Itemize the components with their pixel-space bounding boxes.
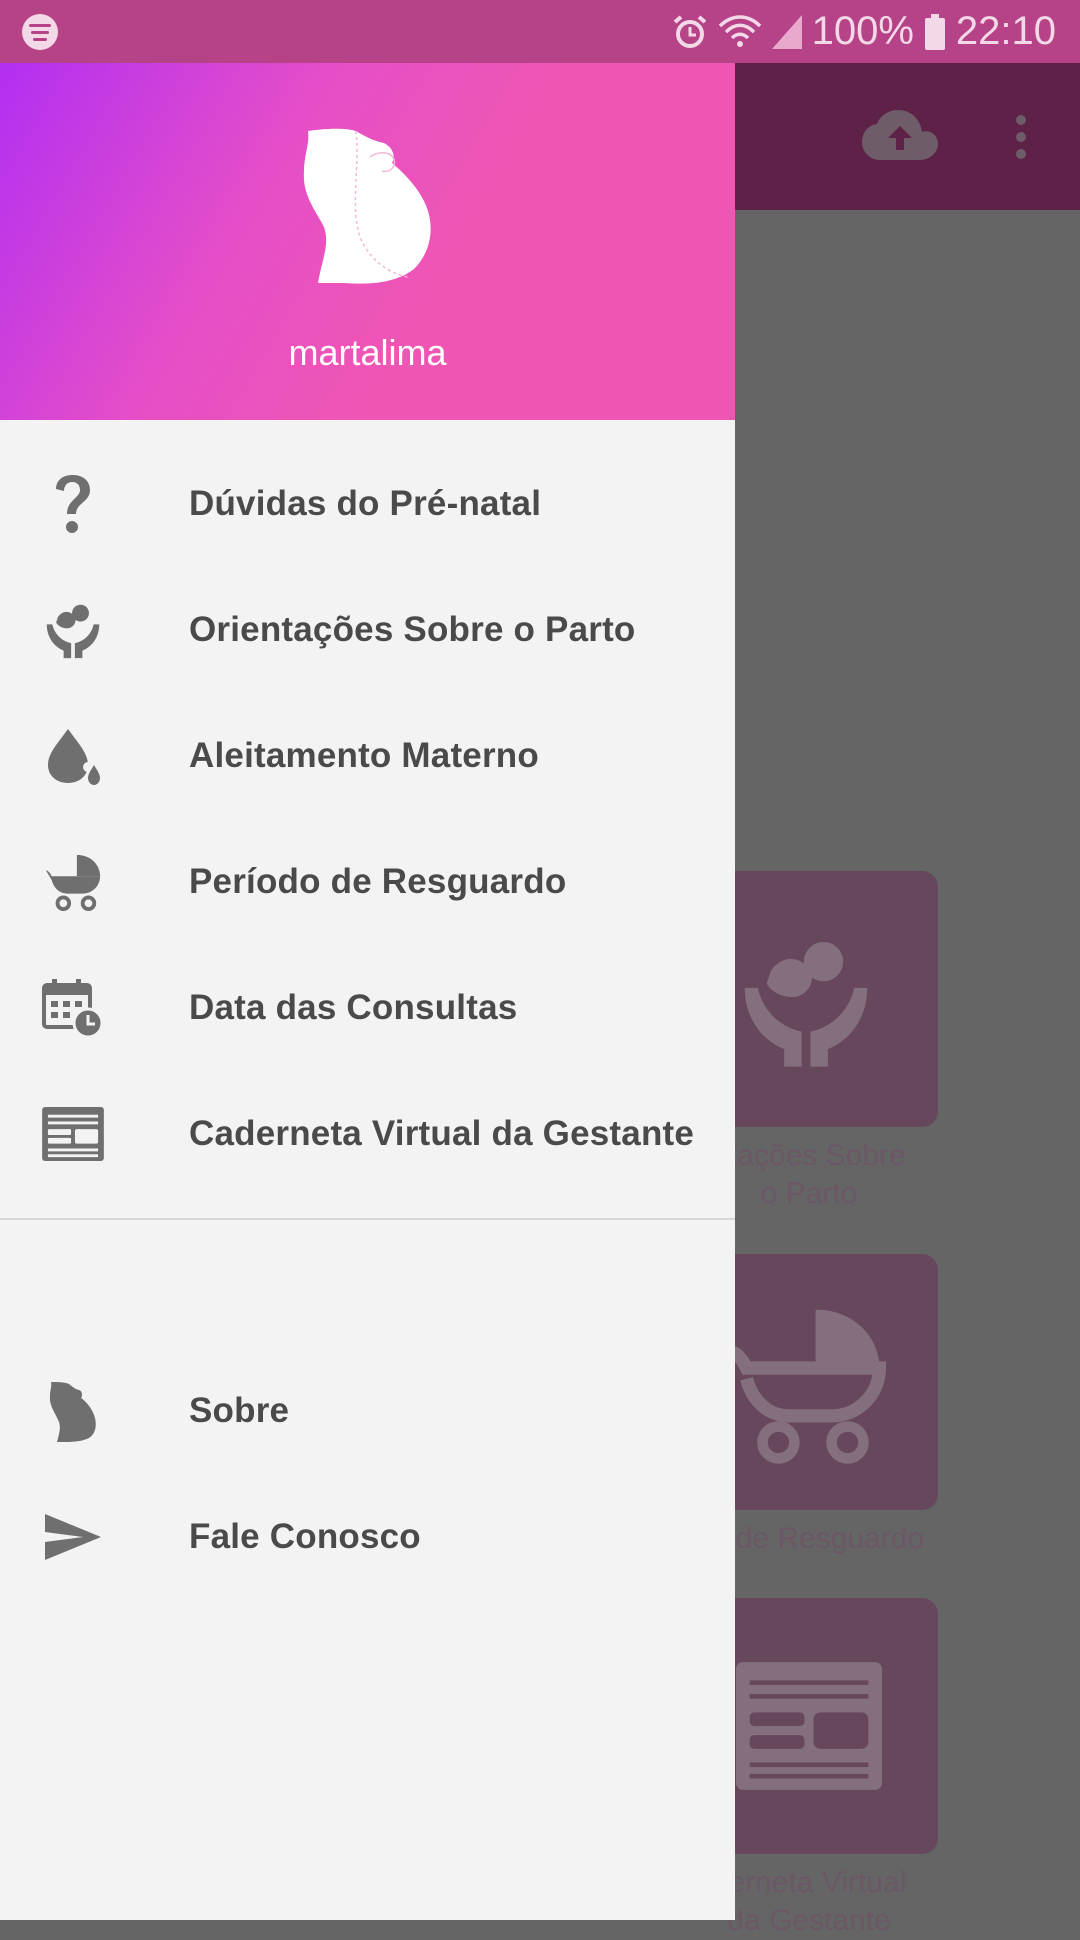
menu-item-sobre[interactable]: Sobre [0,1348,735,1474]
battery-icon [924,13,945,50]
pregnant-silhouette-icon [40,1378,106,1444]
newspaper-icon [736,1662,882,1790]
navigation-drawer: martalima Dúvidas do Pré-natal Orientaçõ… [0,0,735,1920]
question-mark-icon [40,471,106,537]
stroller-icon [40,849,106,915]
menu-item-fale-conosco[interactable]: Fale Conosco [0,1474,735,1600]
menu-item-label: Caderneta Virtual da Gestante [189,1114,695,1153]
drawer-divider [0,1218,735,1220]
menu-item-parto[interactable]: Orientações Sobre o Parto [0,567,735,693]
menu-item-resguardo[interactable]: Período de Resguardo [0,819,735,945]
pregnant-woman-icon [303,128,431,284]
menu-item-label: Sobre [189,1391,290,1430]
wifi-icon [718,14,761,47]
menu-item-caderneta[interactable]: Caderneta Virtual da Gestante [0,1071,735,1197]
signal-icon [771,14,802,49]
alarm-icon [673,14,706,48]
menu-item-label: Fale Conosco [189,1517,421,1556]
battery-percentage: 100% [811,9,914,53]
menu-item-consultas[interactable]: Data das Consultas [0,945,735,1071]
drawer-header: martalima [0,63,735,420]
menu-item-label: Dúvidas do Pré-natal [189,484,542,523]
milk-drop-icon [40,723,106,789]
menu-item-label: Período de Resguardo [189,862,567,901]
menu-item-duvidas[interactable]: Dúvidas do Pré-natal [0,441,735,567]
menu-item-label: Aleitamento Materno [189,736,539,775]
newspaper-icon [40,1101,106,1167]
status-bar: 100% 22:10 [0,0,1080,63]
menu-item-label: Data das Consultas [189,988,518,1027]
menu-item-label: Orientações Sobre o Parto [189,610,636,649]
more-vert-icon[interactable] [1012,115,1032,159]
stroller-icon [729,1309,887,1464]
baby-hands-icon [40,597,106,663]
cloud-upload-icon[interactable] [862,108,938,164]
drawer-username: martalima [288,332,447,373]
spotify-icon [22,14,58,50]
calendar-clock-icon [40,975,106,1041]
send-icon [40,1504,106,1570]
clock: 22:10 [955,9,1056,53]
menu-item-aleitamento[interactable]: Aleitamento Materno [0,693,735,819]
baby-hands-icon [744,941,868,1067]
